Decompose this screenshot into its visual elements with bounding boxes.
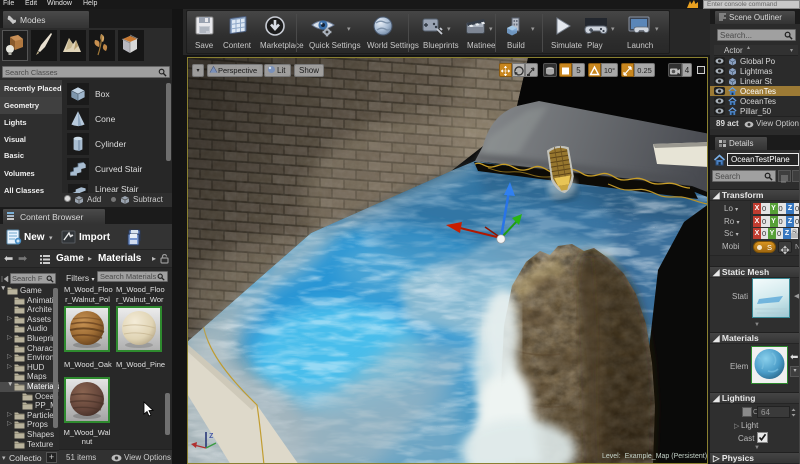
svg-text:Level: Example_Map (Persisten: Level: Example_Map (Persistent) bbox=[602, 453, 707, 460]
svg-text:z: z bbox=[209, 430, 214, 440]
